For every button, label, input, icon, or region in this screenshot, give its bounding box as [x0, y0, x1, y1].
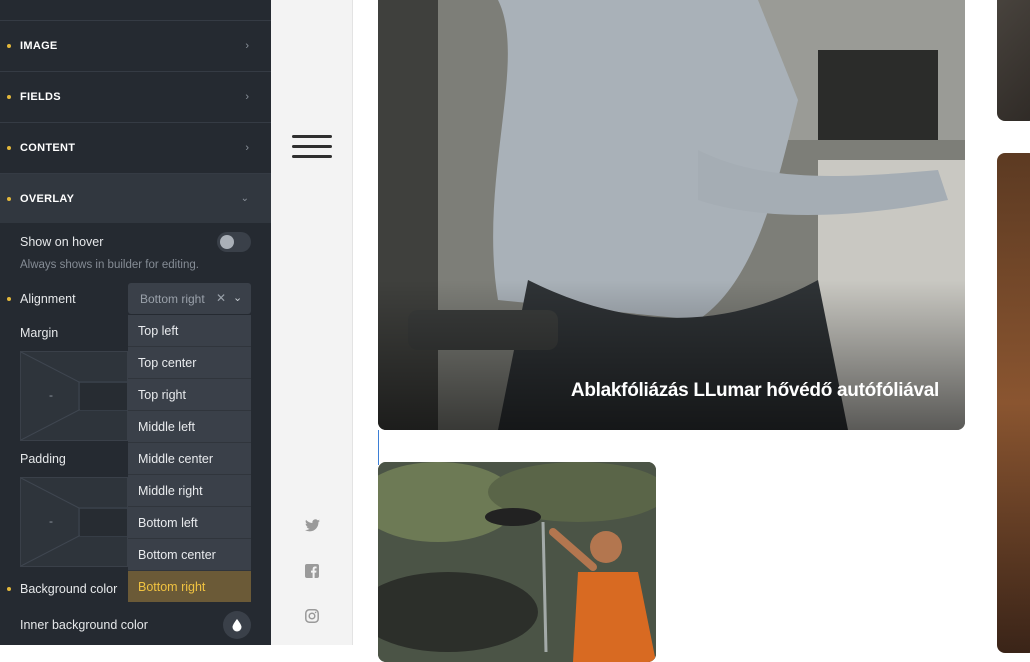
- droplet-icon: [232, 619, 242, 632]
- chevron-down-icon: ⌄: [240, 193, 249, 204]
- option-bottom-right[interactable]: Bottom right: [128, 571, 251, 602]
- alignment-dropdown: Top left Top center Top right Middle lef…: [128, 315, 251, 602]
- facebook-icon[interactable]: [302, 561, 322, 581]
- post-card-partial-top[interactable]: [997, 0, 1030, 121]
- hamburger-menu-icon[interactable]: [292, 135, 332, 159]
- side-navigation: [271, 0, 353, 645]
- show-on-hover-toggle[interactable]: [217, 232, 251, 252]
- padding-label: Padding: [20, 452, 66, 466]
- background-color-label: Background color: [20, 582, 118, 596]
- toggle-knob: [220, 235, 234, 249]
- chevron-right-icon: ›: [245, 39, 249, 52]
- margin-box-editor[interactable]: -: [20, 351, 128, 441]
- section-image[interactable]: IMAGE ›: [0, 20, 271, 70]
- instagram-icon[interactable]: [302, 606, 322, 626]
- featured-post-card[interactable]: Ablakfóliázás LLumar hővédő autófóliával: [378, 0, 965, 430]
- section-indicator-dot: [7, 94, 11, 99]
- show-on-hover-hint: Always shows in builder for editing.: [20, 259, 199, 271]
- section-overlay[interactable]: OVERLAY ⌄: [0, 173, 271, 223]
- option-middle-center[interactable]: Middle center: [128, 443, 251, 475]
- background-color-indicator-dot: [7, 587, 11, 591]
- inner-background-color-label: Inner background color: [20, 618, 148, 632]
- twitter-icon[interactable]: [302, 515, 322, 535]
- post-card-partial-right[interactable]: [997, 153, 1030, 653]
- option-middle-right[interactable]: Middle right: [128, 475, 251, 507]
- card-overlay-title[interactable]: Ablakfóliázás LLumar hővédő autófóliával: [571, 380, 939, 402]
- option-middle-left[interactable]: Middle left: [128, 411, 251, 443]
- margin-box-diagram: [21, 352, 127, 440]
- selection-guide-line: [378, 430, 379, 465]
- section-content-label: CONTENT: [20, 141, 76, 154]
- alignment-indicator-dot: [7, 297, 11, 301]
- option-top-right[interactable]: Top right: [128, 379, 251, 411]
- section-overlay-label: OVERLAY: [20, 192, 75, 205]
- margin-left-value[interactable]: -: [49, 388, 53, 402]
- section-indicator-dot: [7, 145, 11, 150]
- section-content[interactable]: CONTENT ›: [0, 122, 271, 172]
- settings-panel: IMAGE › FIELDS › CONTENT › OVERLAY ⌄ Sho…: [0, 0, 271, 645]
- margin-label: Margin: [20, 326, 59, 340]
- option-bottom-center[interactable]: Bottom center: [128, 539, 251, 571]
- show-on-hover-label: Show on hover: [20, 235, 104, 249]
- option-top-left[interactable]: Top left: [128, 315, 251, 347]
- clear-icon[interactable]: ✕: [216, 291, 226, 305]
- post-card-monk[interactable]: [378, 462, 656, 662]
- alignment-label: Alignment: [20, 292, 76, 306]
- alignment-select[interactable]: Bottom right ✕ ⌄: [128, 283, 251, 314]
- section-image-label: IMAGE: [20, 39, 58, 52]
- padding-left-value[interactable]: -: [49, 514, 53, 528]
- option-top-center[interactable]: Top center: [128, 347, 251, 379]
- chevron-down-icon[interactable]: ⌄: [233, 291, 242, 304]
- option-bottom-left[interactable]: Bottom left: [128, 507, 251, 539]
- padding-box-diagram: [21, 478, 127, 566]
- alignment-selected-value: Bottom right: [140, 292, 205, 306]
- chevron-right-icon: ›: [245, 90, 249, 103]
- section-indicator-dot: [7, 43, 11, 48]
- padding-box-editor[interactable]: -: [20, 477, 128, 567]
- chevron-right-icon: ›: [245, 141, 249, 154]
- section-fields-label: FIELDS: [20, 90, 61, 103]
- monk-with-pan-photo: [378, 462, 656, 662]
- office-man-photo: [378, 0, 965, 430]
- inner-background-color-picker[interactable]: [223, 611, 251, 639]
- section-fields[interactable]: FIELDS ›: [0, 71, 271, 121]
- section-indicator-dot: [7, 196, 11, 201]
